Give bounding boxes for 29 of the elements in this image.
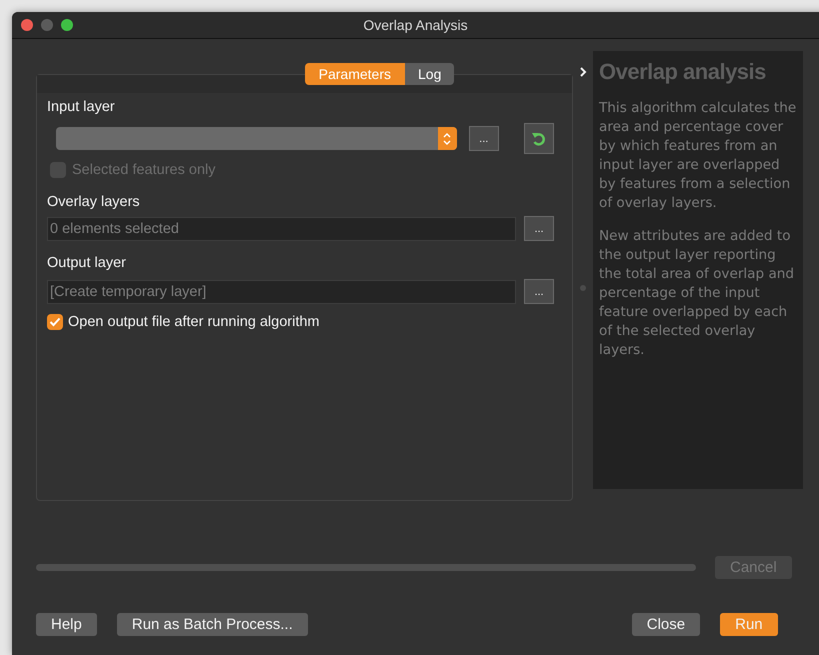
refresh-button[interactable] (524, 123, 554, 154)
browse-button[interactable]: ... (468, 126, 498, 151)
browse-button[interactable]: ... (524, 216, 554, 241)
field-label: Output layer (47, 254, 127, 273)
help-title: Overlap analysis (599, 59, 767, 85)
splitter-handle-icon[interactable] (580, 285, 586, 291)
close-icon[interactable] (21, 19, 33, 31)
overlay-layers-field[interactable]: 0 elements selected (47, 216, 516, 240)
dialog-button[interactable]: Run as Batch Process... (116, 613, 308, 636)
tab[interactable]: Log (405, 63, 454, 85)
dialog-button[interactable]: Help (36, 613, 97, 636)
help-paragraph: This algorithm calculates the area and percentage cover by which features from an input layer are overlapped by features from a selection of overlay layers. (599, 99, 797, 213)
field-label: Overlay layers (47, 193, 141, 212)
refresh-icon (530, 130, 547, 146)
layer-dropdown[interactable] (56, 127, 457, 150)
help-paragraph: New attributes are added to the output layer reporting the total area of overlap and percentage of the input feature overlapped by each of the selected overlay layers. (599, 227, 796, 360)
up-down-arrows-icon (442, 130, 452, 146)
checkmark-icon (49, 317, 61, 327)
dialog-button[interactable]: Close (632, 613, 700, 636)
zoom-icon[interactable] (61, 19, 73, 31)
chevron-right-icon[interactable] (579, 67, 587, 77)
window-title: Overlap Analysis (363, 17, 468, 33)
minimize-icon[interactable] (41, 19, 53, 31)
checkbox-label: Selected features only (72, 162, 216, 178)
output-layer-field[interactable]: [Create temporary layer] (47, 280, 516, 304)
field-label: Input layer (47, 98, 116, 117)
checkbox[interactable] (47, 314, 63, 330)
browse-button[interactable]: ... (524, 279, 554, 304)
checkbox-label: Open output file after running algorithm (68, 314, 320, 330)
